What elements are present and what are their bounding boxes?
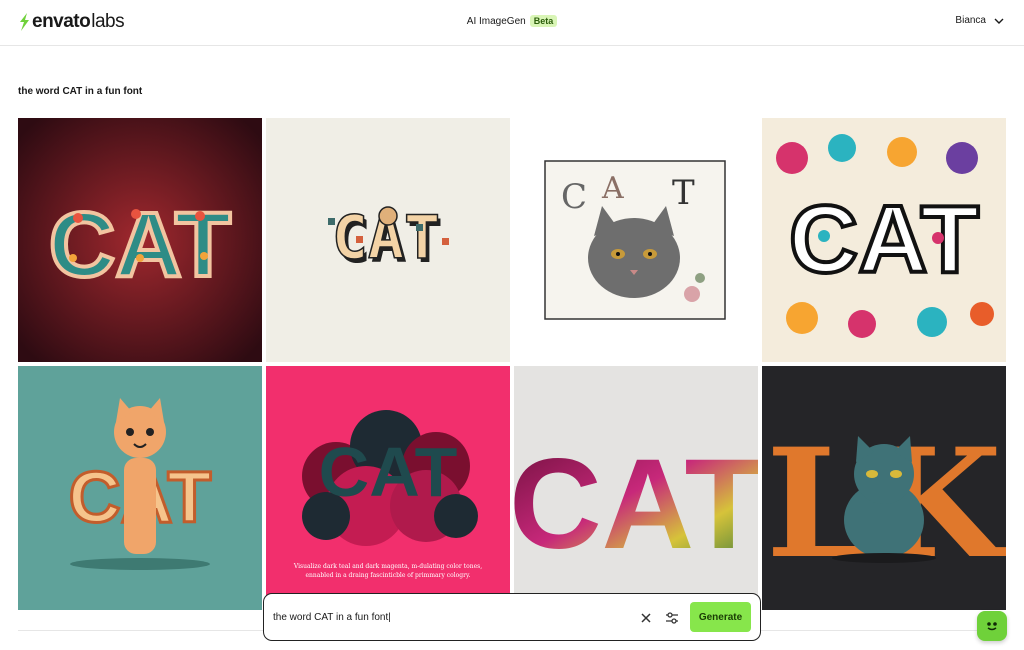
generated-image[interactable]: CAT [18, 118, 262, 362]
image-label: CAT [319, 433, 458, 511]
app-title-text: AI ImageGen [466, 16, 526, 27]
prompt-input[interactable] [273, 607, 623, 627]
generated-image[interactable]: CAT [514, 366, 758, 610]
top-bar: envato labs AI ImageGen Beta Bianca [0, 0, 1024, 46]
generated-image[interactable]: LK [762, 366, 1006, 610]
generated-image[interactable]: CAT [762, 118, 1006, 362]
beta-badge: Beta [529, 15, 558, 27]
prompt-bar: Generate [263, 593, 761, 641]
generated-image[interactable]: CAT [18, 366, 262, 610]
generate-button[interactable]: Generate [690, 602, 751, 632]
image-label: T [672, 173, 695, 213]
generated-image[interactable]: CAT Visualize dark teal and dark magenta… [266, 366, 510, 610]
help-bot-button[interactable] [977, 611, 1007, 641]
generated-image[interactable]: CAT CAT [266, 118, 510, 362]
image-label: C [561, 177, 587, 217]
image-label: CAT [789, 186, 979, 293]
generated-image[interactable]: C A T [514, 118, 758, 362]
chevron-down-icon [994, 18, 1004, 24]
user-name: Bianca [955, 15, 986, 26]
user-menu[interactable]: Bianca [955, 15, 1004, 26]
image-label: CAT [514, 433, 758, 576]
image-caption-line: Visualize dark teal and dark magenta, m-… [293, 563, 482, 570]
image-label: A [601, 171, 624, 206]
sliders-icon[interactable] [662, 608, 682, 628]
image-caption-line: ennabled in a draing fascinticble of pri… [305, 572, 470, 579]
app-title: AI ImageGen Beta [0, 15, 1024, 27]
image-label: CAT [49, 194, 231, 296]
prompt-heading: the word CAT in a fun font [18, 86, 143, 97]
close-icon[interactable] [636, 608, 656, 628]
bot-face-icon [987, 622, 997, 631]
